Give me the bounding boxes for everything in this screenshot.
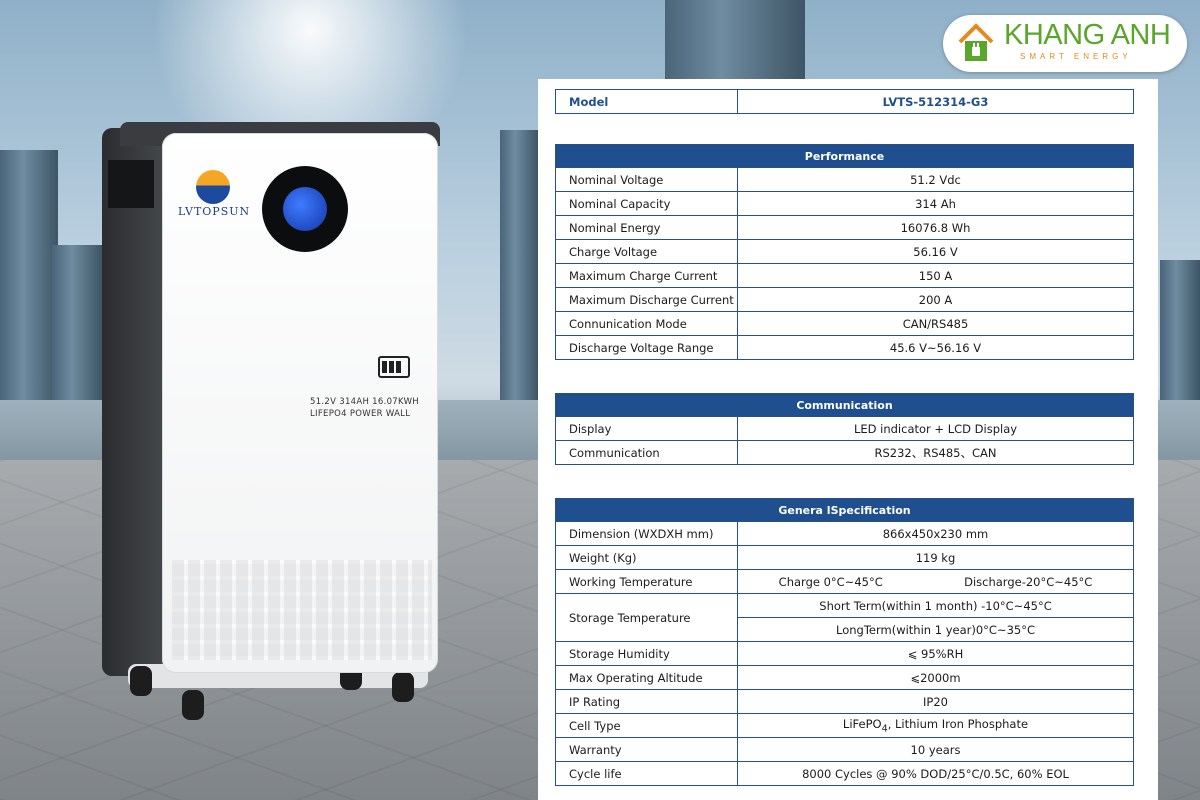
table-row: Warranty 10 years	[555, 737, 1134, 762]
spec-value: ⩽2000m	[737, 665, 1134, 690]
table-row: Maximum Discharge Current 200 A	[555, 287, 1134, 312]
wheel	[182, 690, 204, 720]
brand-tagline: SMART ENERGY	[1020, 52, 1132, 61]
wheel	[130, 666, 152, 696]
spec-key: Working Temperature	[555, 569, 738, 594]
table-row: Model LVTS-512314-G3	[555, 89, 1134, 114]
spec-key: Warranty	[555, 737, 738, 762]
section-header: Genera lSpecification	[555, 498, 1134, 522]
discharge-temp: Discharge-20°C~45°C	[964, 574, 1093, 589]
spec-value: ⩽ 95%RH	[737, 641, 1134, 666]
building	[500, 130, 538, 400]
section-header: Communication	[555, 393, 1134, 417]
performance-title: Performance	[555, 144, 1134, 168]
spec-key: Cell Type	[555, 713, 738, 738]
wheel	[392, 672, 414, 702]
spec-value: 200 A	[737, 287, 1134, 312]
spec-value: RS232、RS485、CAN	[737, 440, 1134, 465]
model-label: Model	[555, 89, 738, 114]
brand-name: KHANG ANH	[1004, 19, 1171, 51]
spec-key: Storage Humidity	[555, 641, 738, 666]
spec-value: LED indicator + LCD Display	[737, 416, 1134, 441]
performance-table: Performance Nominal Voltage 51.2 Vdc Nomi…	[555, 144, 1134, 360]
table-row: Cell Type LiFePO4, Lithium Iron Phosphat…	[555, 713, 1134, 738]
spec-key: Maximum Charge Current	[555, 263, 738, 288]
spec-key: Cycle life	[555, 761, 738, 786]
table-row: Charge Voltage 56.16 V	[555, 239, 1134, 264]
spec-key: Nominal Voltage	[555, 167, 738, 192]
table-row: Max Operating Altitude ⩽2000m	[555, 665, 1134, 690]
table-row: IP Rating IP20	[555, 689, 1134, 714]
building	[1160, 260, 1200, 410]
spec-key: Display	[555, 416, 738, 441]
building	[665, 0, 805, 80]
spec-key: Maximum Discharge Current	[555, 287, 738, 312]
model-table: Model LVTS-512314-G3	[555, 89, 1134, 114]
spec-value: 119 kg	[737, 545, 1134, 570]
spec-key: Nominal Energy	[555, 215, 738, 240]
spec-value: CAN/RS485	[737, 311, 1134, 336]
spec-key: Dimension (WXDXH mm)	[555, 521, 738, 546]
spec-value: 314 Ah	[737, 191, 1134, 216]
table-row: Nominal Voltage 51.2 Vdc	[555, 167, 1134, 192]
product-label-line1: 51.2V 314AH 16.07KWH	[310, 397, 419, 407]
spec-value: 150 A	[737, 263, 1134, 288]
spec-value: 16076.8 Wh	[737, 215, 1134, 240]
table-row: Connunication Mode CAN/RS485	[555, 311, 1134, 336]
building	[0, 150, 58, 410]
battery-handle	[108, 160, 154, 208]
spec-value: IP20	[737, 689, 1134, 714]
spec-key: Nominal Capacity	[555, 191, 738, 216]
cell-formula: LiFePO	[842, 716, 882, 731]
power-knob-light	[283, 187, 327, 231]
spec-value: 8000 Cycles @ 90% DOD/25°C/0.5C, 60% EOL	[737, 761, 1134, 786]
table-row: Dimension (WXDXH mm) 866x450x230 mm	[555, 521, 1134, 546]
table-row: Storage Temperature Short Term(within 1 …	[555, 593, 1134, 642]
table-row: Weight (Kg) 119 kg	[555, 545, 1134, 570]
general-spec-table: Genera lSpecification Dimension (WXDXH m…	[555, 498, 1134, 786]
table-row: Communication RS232、RS485、CAN	[555, 440, 1134, 465]
table-row: Display LED indicator + LCD Display	[555, 416, 1134, 441]
panel-pattern	[172, 560, 432, 660]
general-title: Genera lSpecification	[555, 498, 1134, 522]
spec-key: Weight (Kg)	[555, 545, 738, 570]
building	[52, 245, 102, 410]
spec-key: Charge Voltage	[555, 239, 738, 264]
cell-description: , Lithium Iron Phosphate	[887, 716, 1029, 731]
spec-value: 51.2 Vdc	[737, 167, 1134, 192]
battery-icon	[378, 356, 410, 378]
table-row: Maximum Charge Current 150 A	[555, 263, 1134, 288]
house-plug-icon	[958, 23, 994, 61]
spec-key: Connunication Mode	[555, 311, 738, 336]
spec-value: Short Term(within 1 month) -10°C~45°C	[737, 593, 1134, 618]
spec-key: Storage Temperature	[555, 593, 738, 642]
lvtopsun-logo-icon	[196, 170, 230, 204]
spec-value: Charge 0°C~45°C Discharge-20°C~45°C	[737, 569, 1134, 594]
spec-key: Max Operating Altitude	[555, 665, 738, 690]
table-row: Nominal Capacity 314 Ah	[555, 191, 1134, 216]
model-value: LVTS-512314-G3	[737, 89, 1134, 114]
charge-temp: Charge 0°C~45°C	[778, 574, 883, 589]
spec-value: 45.6 V~56.16 V	[737, 335, 1134, 360]
spec-key: Discharge Voltage Range	[555, 335, 738, 360]
table-row: Working Temperature Charge 0°C~45°C Disch…	[555, 569, 1134, 594]
spec-value: 56.16 V	[737, 239, 1134, 264]
product-logo-text: LVTOPSUN	[178, 205, 251, 218]
spec-value: LiFePO4, Lithium Iron Phosphate	[737, 713, 1134, 738]
table-row: Cycle life 8000 Cycles @ 90% DOD/25°C/0.5…	[555, 761, 1134, 786]
communication-table: Communication Display LED indicator + LCD…	[555, 393, 1134, 465]
table-row: Nominal Energy 16076.8 Wh	[555, 215, 1134, 240]
spec-value: LongTerm(within 1 year)0°C~35°C	[737, 617, 1134, 642]
section-header: Performance	[555, 144, 1134, 168]
spec-key: IP Rating	[555, 689, 738, 714]
spec-value: 866x450x230 mm	[737, 521, 1134, 546]
table-row: Discharge Voltage Range 45.6 V~56.16 V	[555, 335, 1134, 360]
spec-value: 10 years	[737, 737, 1134, 762]
communication-title: Communication	[555, 393, 1134, 417]
product-label-line2: LIFEPO4 POWER WALL	[310, 409, 411, 419]
table-row: Storage Humidity ⩽ 95%RH	[555, 641, 1134, 666]
spec-key: Communication	[555, 440, 738, 465]
